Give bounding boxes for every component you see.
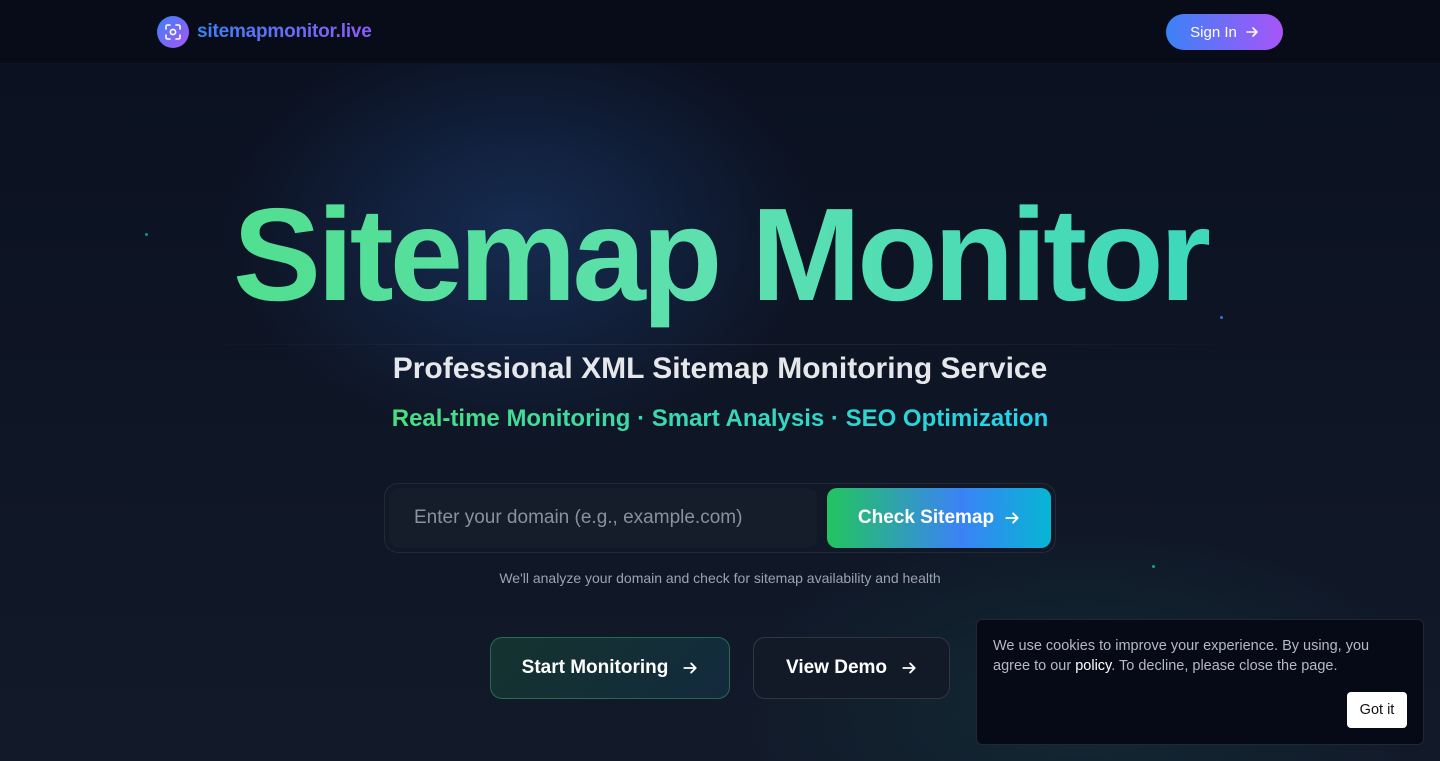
hero-features: Real-time Monitoring · Smart Analysis · … bbox=[390, 403, 1050, 435]
top-header: sitemapmonitor.live Sign In bbox=[0, 0, 1440, 64]
arrow-right-icon bbox=[683, 662, 697, 674]
brand-name: sitemapmonitor.live bbox=[197, 21, 372, 42]
cookie-message: We use cookies to improve your experienc… bbox=[993, 636, 1403, 676]
search-helper-text: We'll analyze your domain and check for … bbox=[499, 570, 941, 586]
domain-input[interactable] bbox=[389, 488, 817, 548]
hero-title: Sitemap Monitor bbox=[0, 180, 1440, 330]
sign-in-button[interactable]: Sign In bbox=[1166, 14, 1283, 50]
arrow-right-icon bbox=[1005, 512, 1019, 524]
hero-subtitle: Professional XML Sitemap Monitoring Serv… bbox=[392, 352, 1048, 385]
arrow-right-icon bbox=[1246, 27, 1258, 37]
view-demo-button[interactable]: View Demo bbox=[753, 637, 950, 699]
view-demo-label: View Demo bbox=[785, 657, 888, 678]
start-monitoring-button[interactable]: Start Monitoring bbox=[490, 637, 730, 699]
sign-in-label: Sign In bbox=[1190, 23, 1237, 41]
start-monitoring-label: Start Monitoring bbox=[521, 657, 669, 678]
check-sitemap-label: Check Sitemap bbox=[857, 507, 995, 528]
arrow-right-icon bbox=[902, 662, 916, 674]
decorative-dot bbox=[1152, 565, 1155, 568]
cookie-accept-button[interactable]: Got it bbox=[1347, 692, 1407, 728]
cookie-banner: We use cookies to improve your experienc… bbox=[976, 619, 1424, 745]
check-sitemap-button[interactable]: Check Sitemap bbox=[827, 488, 1051, 548]
focus-camera-icon bbox=[157, 16, 189, 48]
hero-divider bbox=[150, 344, 1290, 345]
cookie-text-after: . To decline, please close the page. bbox=[1111, 658, 1338, 674]
domain-search-form: Check Sitemap bbox=[384, 483, 1056, 553]
brand-logo[interactable]: sitemapmonitor.live bbox=[157, 16, 372, 48]
cookie-policy-link[interactable]: policy bbox=[1075, 658, 1111, 674]
